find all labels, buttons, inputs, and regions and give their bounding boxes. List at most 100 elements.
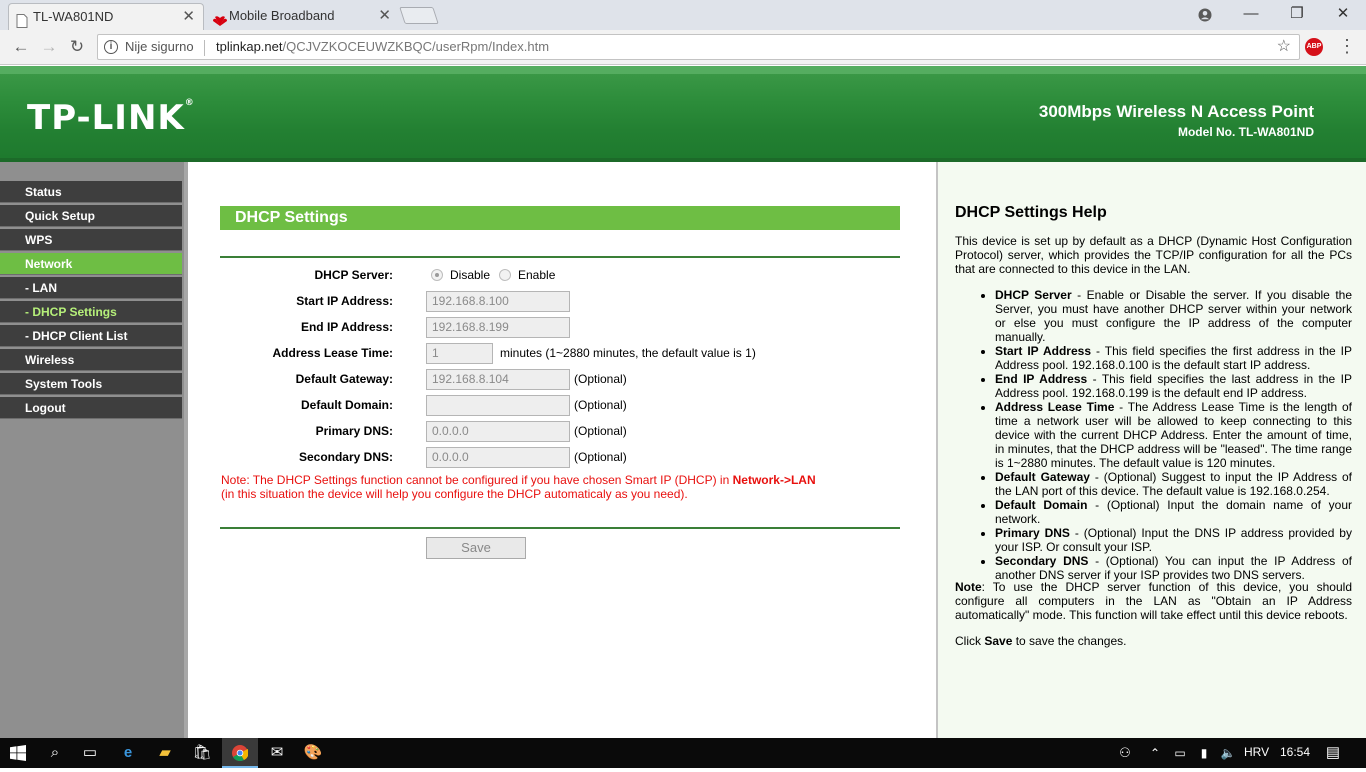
sidebar-item-logout[interactable]: Logout — [0, 397, 182, 419]
address-bar[interactable]: i Nije sigurno tplinkap.net/QCJVZKOCEUWZ… — [97, 34, 1300, 60]
network-icon[interactable]: ▮ — [1194, 743, 1214, 763]
sidebar: Status Quick Setup WPS Network - LAN - D… — [0, 162, 188, 738]
minimize-icon[interactable]: — — [1228, 0, 1274, 30]
help-list: DHCP Server - Enable or Disable the serv… — [955, 288, 1352, 582]
divider — [220, 256, 900, 258]
lease-time-field[interactable]: 1 — [426, 343, 493, 364]
note-text-2: (in this situation the device will help … — [221, 487, 688, 501]
store-icon[interactable]: 🛍 — [192, 743, 212, 763]
dhcp-server-label: DHCP Server: — [314, 268, 393, 282]
action-center-icon[interactable]: ▤ — [1323, 743, 1343, 763]
note-link: Network->LAN — [732, 473, 816, 487]
security-label: Nije sigurno — [125, 39, 194, 54]
help-item: Default Gateway - (Optional) Suggest to … — [995, 470, 1352, 498]
url-path: /QCJVZKOCEUWZKBQC/userRpm/Index.htm — [282, 39, 550, 54]
window-close-icon[interactable]: ✕ — [1320, 0, 1366, 30]
secondary-dns-field[interactable]: 0.0.0.0 — [426, 447, 570, 468]
end-ip-field[interactable]: 192.168.8.199 — [426, 317, 570, 338]
file-explorer-icon[interactable]: ▰ — [155, 743, 175, 763]
sidebar-item-status[interactable]: Status — [0, 181, 182, 203]
help-item: Secondary DNS - (Optional) You can input… — [995, 554, 1352, 582]
tab-title: Mobile Broadband — [229, 8, 335, 23]
primary-dns-field[interactable]: 0.0.0.0 — [426, 421, 570, 442]
new-tab-button[interactable] — [399, 7, 439, 24]
tab-tl-wa801nd[interactable]: TL-WA801ND ✕ — [8, 3, 204, 30]
logo-text: TP-LINK — [27, 98, 185, 138]
back-icon[interactable]: ← — [8, 34, 34, 60]
sidebar-item-network[interactable]: Network — [0, 253, 182, 275]
tp-link-logo: TP-LINK® — [27, 98, 195, 138]
windows-start-icon[interactable] — [8, 743, 28, 763]
primary-dns-label: Primary DNS: — [315, 424, 393, 438]
optional-label: (Optional) — [574, 372, 627, 386]
browser-tab-bar: TL-WA801ND ✕ Mobile Broadband ✕ — ❐ ✕ — [0, 0, 1366, 30]
disable-label: Disable — [450, 268, 491, 282]
adblock-plus-icon[interactable]: ABP — [1305, 38, 1323, 56]
domain-field[interactable] — [426, 395, 570, 416]
help-item: Default Domain - (Optional) Input the do… — [995, 498, 1352, 526]
save-button[interactable]: Save — [426, 537, 526, 559]
note-text: Note: The DHCP Settings function cannot … — [221, 473, 733, 487]
sidebar-item-dhcp-settings[interactable]: - DHCP Settings — [0, 301, 182, 323]
optional-label: (Optional) — [574, 424, 627, 438]
help-item: Primary DNS - (Optional) Input the DNS I… — [995, 526, 1352, 554]
chevron-up-icon[interactable]: ⌃ — [1145, 743, 1165, 763]
chrome-icon[interactable] — [222, 738, 258, 768]
help-item: Start IP Address - This field specifies … — [995, 344, 1352, 372]
start-ip-field[interactable]: 192.168.8.100 — [426, 291, 570, 312]
search-icon[interactable]: ⌕ — [45, 743, 65, 763]
mail-icon[interactable]: ✉ — [267, 743, 287, 763]
divider — [220, 527, 900, 529]
product-name: 300Mbps Wireless N Access Point — [1038, 102, 1314, 121]
enable-radio[interactable] — [499, 269, 511, 281]
help-item: Address Lease Time - The Address Lease T… — [995, 400, 1352, 470]
sidebar-item-quick-setup[interactable]: Quick Setup — [0, 205, 182, 227]
info-icon[interactable]: i — [104, 40, 118, 54]
secondary-dns-label: Secondary DNS: — [298, 450, 393, 464]
bookmark-star-icon[interactable]: ☆ — [1277, 35, 1291, 59]
help-panel: DHCP Settings Help This device is set up… — [936, 162, 1366, 738]
task-view-icon[interactable]: ▭ — [80, 743, 100, 763]
restore-icon[interactable]: ❐ — [1274, 0, 1320, 30]
main-content: DHCP Settings DHCP Server: Disable Enabl… — [188, 162, 936, 738]
clock[interactable]: 16:54 — [1280, 745, 1310, 759]
forward-icon[interactable]: → — [36, 34, 62, 60]
header-stripe — [0, 66, 1366, 74]
end-ip-row: End IP Address: 192.168.8.199 — [188, 317, 936, 339]
edge-icon[interactable]: e — [118, 743, 138, 763]
help-title: DHCP Settings Help — [955, 204, 1107, 221]
primary-dns-row: Primary DNS: 0.0.0.0 (Optional) — [188, 421, 936, 443]
lease-time-label: Address Lease Time: — [272, 346, 394, 360]
profile-icon[interactable] — [1182, 0, 1228, 30]
sidebar-item-lan[interactable]: - LAN — [0, 277, 182, 299]
language-indicator[interactable]: HRV — [1244, 745, 1269, 759]
url-text: tplinkap.net/QCJVZKOCEUWZKBQC/userRpm/In… — [216, 35, 549, 59]
paint-icon[interactable]: 🎨 — [303, 743, 323, 763]
sidebar-item-wps[interactable]: WPS — [0, 229, 182, 251]
close-icon[interactable]: ✕ — [182, 4, 195, 30]
sidebar-item-system-tools[interactable]: System Tools — [0, 373, 182, 395]
help-note: Note: To use the DHCP server function of… — [955, 580, 1352, 622]
huawei-icon — [212, 10, 227, 26]
people-icon[interactable]: ⚇ — [1115, 743, 1135, 763]
close-icon[interactable]: ✕ — [378, 3, 391, 29]
disable-radio[interactable] — [431, 269, 443, 281]
windows-taskbar: ⌕ ▭ e ▰ 🛍 ✉ 🎨 ⚇ ⌃ ▭ ▮ 🔈 HRV 16:54 ▤ — [0, 738, 1366, 768]
optional-label: (Optional) — [574, 450, 627, 464]
tab-title: TL-WA801ND — [33, 9, 114, 24]
gateway-field[interactable]: 192.168.8.104 — [426, 369, 570, 390]
router-header: TP-LINK® 300Mbps Wireless N Access Point… — [0, 66, 1366, 162]
secondary-dns-row: Secondary DNS: 0.0.0.0 (Optional) — [188, 447, 936, 469]
model-number: Model No. TL-WA801ND — [1177, 125, 1314, 139]
volume-icon[interactable]: 🔈 — [1218, 743, 1238, 763]
enable-label: Enable — [518, 268, 556, 282]
sidebar-item-dhcp-client-list[interactable]: - DHCP Client List — [0, 325, 182, 347]
tab-mobile-broadband[interactable]: Mobile Broadband ✕ — [205, 3, 399, 30]
battery-icon[interactable]: ▭ — [1170, 743, 1190, 763]
help-item: DHCP Server - Enable or Disable the serv… — [995, 288, 1352, 344]
chrome-menu-icon[interactable]: ⋮ — [1338, 36, 1356, 56]
dhcp-note: Note: The DHCP Settings function cannot … — [221, 473, 861, 501]
reload-icon[interactable]: ↻ — [64, 34, 90, 60]
sidebar-item-wireless[interactable]: Wireless — [0, 349, 182, 371]
browser-toolbar: ← → ↻ i Nije sigurno tplinkap.net/QCJVZK… — [0, 30, 1366, 65]
